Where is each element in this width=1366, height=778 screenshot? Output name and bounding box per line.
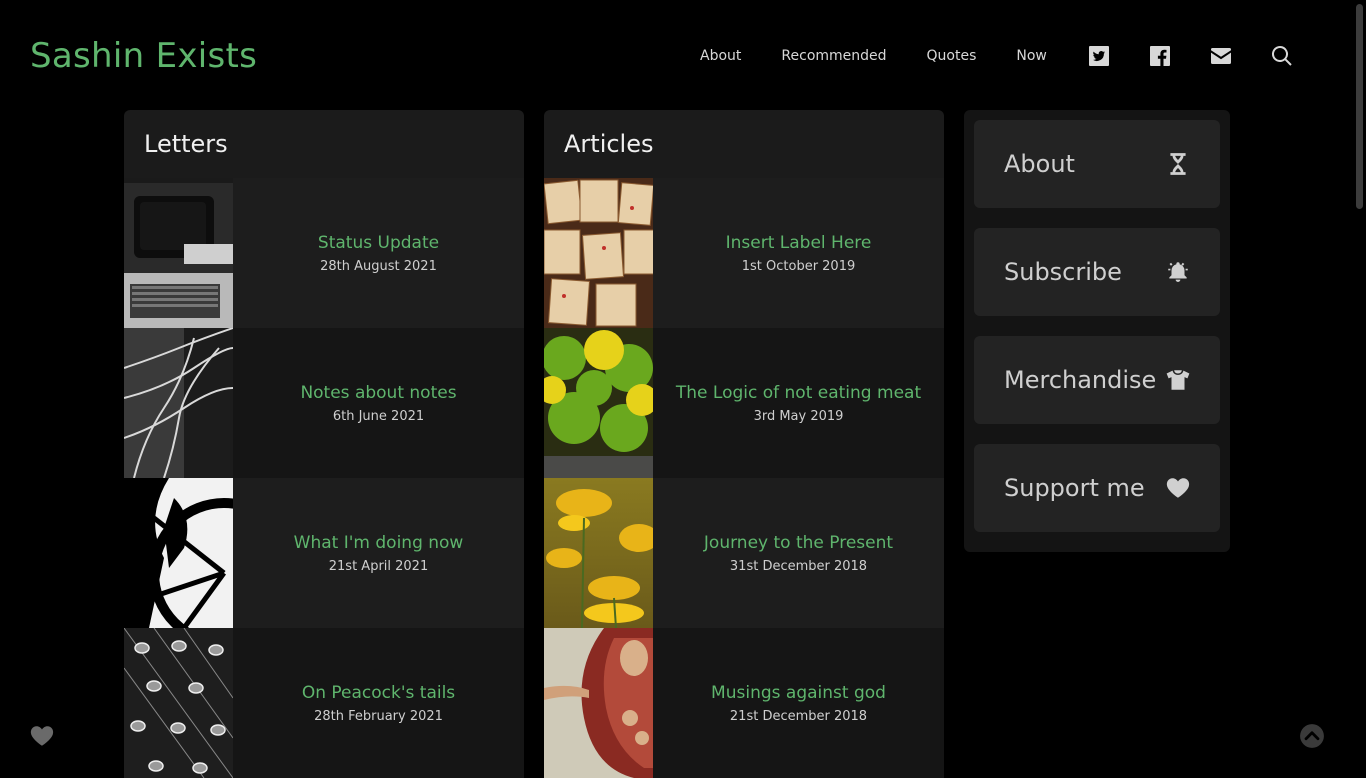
bicycle-wheel-photo[interactable] bbox=[124, 478, 233, 628]
letter-date: 28th August 2021 bbox=[320, 258, 437, 274]
sidebar: About Subscribe Merchandise Support me bbox=[964, 110, 1230, 552]
letter-title[interactable]: On Peacock's tails bbox=[302, 683, 455, 703]
search-icon[interactable] bbox=[1270, 44, 1294, 68]
sidebar-card-label: Subscribe bbox=[1004, 258, 1122, 286]
sidebar-card-label: Merchandise bbox=[1004, 366, 1157, 394]
article-entry[interactable]: The Logic of not eating meat 3rd May 201… bbox=[544, 328, 944, 478]
sidebar-card-label: Support me bbox=[1004, 474, 1145, 502]
facebook-icon[interactable] bbox=[1148, 44, 1172, 68]
article-date: 21st December 2018 bbox=[729, 708, 868, 724]
scroll-to-top-icon[interactable] bbox=[1299, 723, 1325, 749]
sidebar-card-merchandise[interactable]: Merchandise bbox=[974, 336, 1220, 424]
article-title[interactable]: The Logic of not eating meat bbox=[676, 383, 921, 403]
main-nav: About Recommended Quotes Now bbox=[700, 40, 1331, 72]
wooden-plaques-photo[interactable] bbox=[544, 178, 653, 328]
article-entry[interactable]: Insert Label Here 1st October 2019 bbox=[544, 178, 944, 328]
sidebar-card-subscribe[interactable]: Subscribe bbox=[974, 228, 1220, 316]
sidebar-card-label: About bbox=[1004, 150, 1075, 178]
sidebar-card-about[interactable]: About bbox=[974, 120, 1220, 208]
sidebar-card-support[interactable]: Support me bbox=[974, 444, 1220, 532]
vintage-computer-photo[interactable] bbox=[124, 178, 233, 328]
article-entry[interactable]: Musings against god 21st December 2018 bbox=[544, 628, 944, 778]
heart-icon bbox=[1164, 474, 1192, 502]
chains-photo[interactable] bbox=[124, 328, 233, 478]
letter-date: 6th June 2021 bbox=[332, 408, 425, 424]
article-date: 3rd May 2019 bbox=[753, 408, 844, 424]
site-title[interactable]: Sashin Exists bbox=[30, 34, 257, 78]
dna-icon bbox=[1164, 150, 1192, 178]
creation-of-adam-photo[interactable] bbox=[544, 628, 653, 778]
articles-column: Articles Insert Label Here 1st October 2… bbox=[544, 110, 944, 778]
nav-link-quotes[interactable]: Quotes bbox=[927, 48, 977, 64]
letter-date: 21st April 2021 bbox=[328, 558, 429, 574]
letter-title[interactable]: Notes about notes bbox=[300, 383, 456, 403]
article-title[interactable]: Insert Label Here bbox=[726, 233, 872, 253]
citrus-fruits-photo[interactable] bbox=[544, 328, 653, 478]
letter-date: 28th February 2021 bbox=[314, 708, 443, 724]
nav-link-recommended[interactable]: Recommended bbox=[781, 48, 886, 64]
articles-heading: Articles bbox=[564, 130, 654, 158]
page-scrollbar[interactable] bbox=[1350, 0, 1366, 768]
yellow-flowers-photo[interactable] bbox=[544, 478, 653, 628]
floating-heart-icon[interactable] bbox=[29, 723, 55, 749]
letter-entry[interactable]: What I'm doing now 21st April 2021 bbox=[124, 478, 524, 628]
letter-entry[interactable]: Status Update 28th August 2021 bbox=[124, 178, 524, 328]
letters-heading: Letters bbox=[144, 130, 228, 158]
twitter-icon[interactable] bbox=[1087, 44, 1111, 68]
nav-link-about[interactable]: About bbox=[700, 48, 741, 64]
article-date: 31st December 2018 bbox=[729, 558, 868, 574]
letters-column: Letters Status Update 28th August 2021 N… bbox=[124, 110, 524, 778]
article-title[interactable]: Journey to the Present bbox=[704, 533, 893, 553]
letter-title[interactable]: What I'm doing now bbox=[294, 533, 464, 553]
article-date: 1st October 2019 bbox=[741, 258, 856, 274]
article-title[interactable]: Musings against god bbox=[711, 683, 886, 703]
peacock-feathers-photo[interactable] bbox=[124, 628, 233, 778]
letter-title[interactable]: Status Update bbox=[318, 233, 439, 253]
scrollbar-thumb[interactable] bbox=[1356, 4, 1363, 209]
article-entry[interactable]: Journey to the Present 31st December 201… bbox=[544, 478, 944, 628]
letter-entry[interactable]: Notes about notes 6th June 2021 bbox=[124, 328, 524, 478]
letter-entry[interactable]: On Peacock's tails 28th February 2021 bbox=[124, 628, 524, 778]
nav-link-now[interactable]: Now bbox=[1016, 48, 1047, 64]
envelope-icon[interactable] bbox=[1209, 44, 1233, 68]
bell-icon bbox=[1164, 258, 1192, 286]
tshirt-icon bbox=[1164, 366, 1192, 394]
